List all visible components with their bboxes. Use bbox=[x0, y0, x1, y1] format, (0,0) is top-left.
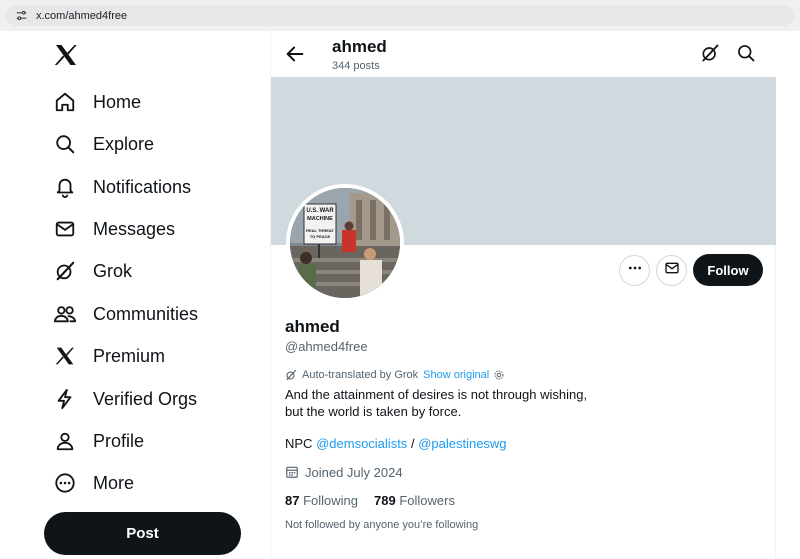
sidebar-item-profile[interactable]: Profile bbox=[52, 425, 144, 457]
mention-link-palestineswg[interactable]: @palestineswg bbox=[418, 436, 506, 451]
sidebar-item-explore[interactable]: Explore bbox=[52, 128, 154, 160]
join-date: Joined July 2024 bbox=[285, 464, 403, 480]
profile-header-bar: ahmed 344 posts bbox=[271, 31, 776, 77]
follow-button[interactable]: Follow bbox=[693, 254, 763, 286]
envelope-icon bbox=[664, 260, 680, 281]
sidebar-item-label: Home bbox=[93, 91, 142, 112]
sidebar-item-label: Grok bbox=[93, 260, 133, 281]
sidebar-item-premium[interactable]: Premium bbox=[52, 340, 165, 372]
sidebar-item-label: Premium bbox=[93, 345, 166, 366]
sidebar-item-verified-orgs[interactable]: Verified Orgs bbox=[52, 383, 197, 415]
sign-text-line: U.S. WAR bbox=[306, 208, 334, 214]
browser-address-bar: x.com/ahmed4free bbox=[0, 0, 800, 31]
profile-affiliations: NPC @demsocialists / @palestineswg bbox=[285, 436, 507, 451]
sidebar-item-label: Communities bbox=[93, 303, 199, 324]
header-post-count: 344 posts bbox=[332, 60, 380, 72]
post-button[interactable]: Post bbox=[44, 512, 241, 555]
profile-handle: @ahmed4free bbox=[285, 339, 368, 354]
sidebar-item-label: Explore bbox=[93, 133, 155, 154]
x-logo-icon bbox=[52, 343, 78, 369]
sidebar-item-label: Messages bbox=[93, 218, 176, 239]
person-icon bbox=[52, 428, 78, 454]
mutual-followers-note: Not followed by anyone you’re following bbox=[285, 519, 479, 531]
home-icon bbox=[52, 89, 78, 115]
followers-count: 789 bbox=[374, 493, 396, 508]
message-button[interactable] bbox=[656, 255, 687, 286]
sidebar-item-home[interactable]: Home bbox=[52, 86, 141, 118]
more-dots-icon bbox=[627, 260, 643, 281]
followers-link[interactable]: 789 Followers bbox=[374, 493, 455, 508]
x-logo-icon[interactable] bbox=[54, 43, 78, 67]
url-text: x.com/ahmed4free bbox=[36, 9, 128, 22]
back-arrow-icon[interactable] bbox=[284, 43, 306, 65]
sidebar-item-label: More bbox=[93, 472, 135, 493]
following-link[interactable]: 87 Following bbox=[285, 493, 358, 508]
sign-text-line: MACHINE bbox=[307, 216, 333, 222]
grok-icon bbox=[52, 258, 78, 284]
envelope-icon bbox=[52, 216, 78, 242]
follow-stats: 87 Following 789 Followers bbox=[285, 493, 455, 508]
mention-link-demsocialists[interactable]: @demsocialists bbox=[316, 436, 407, 451]
sidebar-item-more[interactable]: More bbox=[52, 467, 134, 499]
sidebar-item-messages[interactable]: Messages bbox=[52, 213, 175, 245]
show-original-link[interactable]: Show original bbox=[423, 369, 489, 381]
header-name: ahmed bbox=[332, 37, 387, 56]
translation-note: Auto-translated by Grok Show original bbox=[285, 368, 505, 382]
sign-text-line: TO PEACE bbox=[310, 234, 331, 239]
search-icon bbox=[52, 131, 78, 157]
separator: / bbox=[410, 436, 415, 451]
followers-label: Followers bbox=[399, 493, 455, 508]
sidebar-item-grok[interactable]: Grok bbox=[52, 255, 132, 287]
grok-icon bbox=[285, 369, 297, 381]
sidebar-item-label: Profile bbox=[93, 430, 145, 451]
profile-bio: And the attainment of desires is not thr… bbox=[285, 386, 615, 420]
sign-text-line: REAL THREAT bbox=[306, 228, 334, 233]
people-icon bbox=[52, 301, 78, 327]
lightning-icon bbox=[52, 386, 78, 412]
sidebar: Home Explore Notifications Messages Grok… bbox=[0, 31, 270, 559]
sidebar-item-label: Notifications bbox=[93, 176, 192, 197]
bio-line: And the attainment of desires is not thr… bbox=[285, 387, 588, 402]
more-circle-icon bbox=[52, 470, 78, 496]
sidebar-item-communities[interactable]: Communities bbox=[52, 298, 198, 330]
site-settings-icon[interactable] bbox=[14, 9, 28, 23]
npc-label: NPC bbox=[285, 436, 313, 451]
sidebar-item-label: Verified Orgs bbox=[93, 388, 198, 409]
grok-icon[interactable] bbox=[700, 43, 722, 65]
profile-name: ahmed bbox=[285, 317, 340, 336]
following-label: Following bbox=[303, 493, 359, 508]
calendar-icon bbox=[285, 465, 299, 479]
gear-icon[interactable] bbox=[493, 369, 505, 381]
avatar[interactable]: U.S. WAR MACHINE REAL THREAT TO PEACE bbox=[286, 184, 404, 302]
bio-line: but the world is taken by force. bbox=[285, 404, 462, 419]
bell-icon bbox=[52, 174, 78, 200]
sidebar-item-notifications[interactable]: Notifications bbox=[52, 171, 191, 203]
profile-column: ahmed 344 posts U.S. WAR MACHINE REAL TH… bbox=[270, 31, 776, 559]
following-count: 87 bbox=[285, 493, 300, 508]
url-field[interactable]: x.com/ahmed4free bbox=[6, 5, 794, 26]
more-options-button[interactable] bbox=[619, 255, 650, 286]
translation-label: Auto-translated by Grok bbox=[302, 369, 419, 381]
search-icon[interactable] bbox=[736, 43, 758, 65]
join-date-text: Joined July 2024 bbox=[305, 464, 403, 480]
